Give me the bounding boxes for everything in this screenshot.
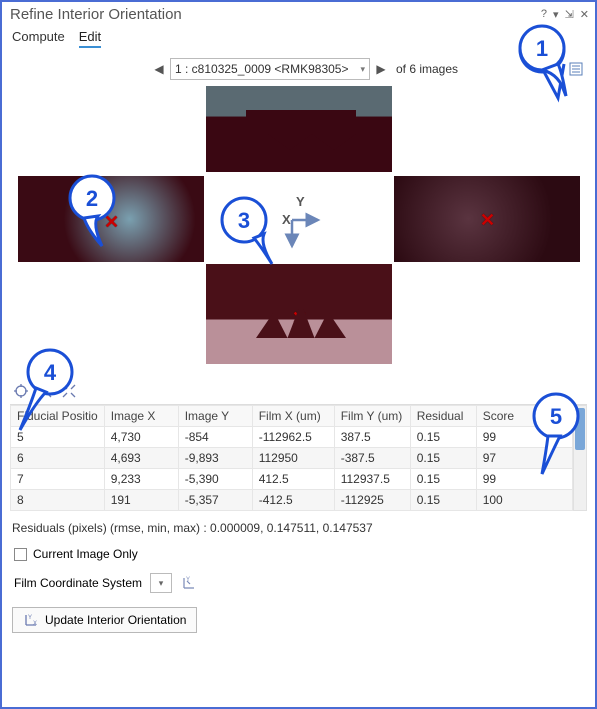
zoom-in-icon[interactable] xyxy=(36,382,54,400)
table-row[interactable]: 5 4,730 -854 -112962.5 387.5 0.15 99 xyxy=(11,427,573,448)
current-image-only-row: Current Image Only xyxy=(2,541,595,567)
chevron-down-icon: ▾ xyxy=(360,64,365,75)
fiducial-top[interactable]: ✕ xyxy=(206,86,392,172)
fiducial-mark-icon: ✕ xyxy=(292,308,307,329)
fiducial-mark-icon: ✕ xyxy=(480,210,495,231)
fiducial-left[interactable]: ✕ xyxy=(18,176,204,262)
fiducial-right[interactable]: ✕ xyxy=(394,176,580,262)
column-header[interactable]: Film X (um) xyxy=(252,406,334,427)
svg-text:X: X xyxy=(33,621,37,627)
image-nav: ◀ 1 : c810325_0009 <RMK98305> ▾ ▶ of 6 i… xyxy=(2,54,595,86)
update-button-label: Update Interior Orientation xyxy=(45,613,186,627)
menu-compute[interactable]: Compute xyxy=(12,29,65,48)
svg-text:Y: Y xyxy=(296,194,305,209)
next-image-button[interactable]: ▶ xyxy=(374,62,388,76)
scrollbar-thumb[interactable] xyxy=(575,408,585,450)
column-header[interactable]: Residual xyxy=(410,406,476,427)
column-header[interactable]: Image X xyxy=(104,406,178,427)
table-row[interactable]: 8 191 -5,357 -412.5 -112925 0.15 100 xyxy=(11,490,573,511)
table-header-row: Fiducial Positio Image X Image Y Film X … xyxy=(11,406,573,427)
update-icon: Y X xyxy=(23,612,39,628)
table-scrollbar[interactable] xyxy=(573,405,587,511)
filter-icon[interactable] xyxy=(543,60,561,78)
axes-icon: X Y xyxy=(262,190,322,253)
settings-icon[interactable] xyxy=(567,60,585,78)
window-controls: ? ▾ ⇲ ✕ xyxy=(541,8,589,21)
fiducial-table-wrap: Fiducial Positio Image X Image Y Film X … xyxy=(10,404,587,511)
table-row[interactable]: 7 9,233 -5,390 412.5 112937.5 0.15 99 xyxy=(11,469,573,490)
menu-edit[interactable]: Edit xyxy=(79,29,101,48)
film-coord-label: Film Coordinate System xyxy=(14,576,142,590)
current-image-only-label: Current Image Only xyxy=(33,547,138,561)
film-coord-apply-icon[interactable]: Y xyxy=(180,574,198,592)
fiducial-table: Fiducial Positio Image X Image Y Film X … xyxy=(10,405,573,511)
autohide-icon[interactable]: ⇲ xyxy=(565,8,574,21)
center-target-icon[interactable] xyxy=(12,382,30,400)
current-image-only-checkbox[interactable] xyxy=(14,548,27,561)
zoom-toolbar xyxy=(2,376,595,404)
fiducial-preview: ✕ ✕ X Y ✕ ✕ xyxy=(8,86,589,376)
zoom-out-icon[interactable] xyxy=(60,382,78,400)
film-coord-row: Film Coordinate System ▾ Y xyxy=(2,567,595,603)
update-interior-orientation-button[interactable]: Y X Update Interior Orientation xyxy=(12,607,197,633)
column-header[interactable]: Image Y xyxy=(178,406,252,427)
image-selector-label: 1 : c810325_0009 <RMK98305> xyxy=(175,62,348,76)
column-header[interactable]: Score xyxy=(476,406,572,427)
menubar: Compute Edit xyxy=(2,25,595,54)
svg-text:Y: Y xyxy=(28,615,32,621)
fiducial-mark-icon: ✕ xyxy=(292,116,307,137)
help-icon[interactable]: ? xyxy=(541,8,547,21)
column-header[interactable]: Fiducial Positio xyxy=(11,406,105,427)
close-icon[interactable]: ✕ xyxy=(580,8,589,21)
svg-text:Y: Y xyxy=(186,577,190,583)
window-title: Refine Interior Orientation xyxy=(10,6,541,23)
titlebar: Refine Interior Orientation ? ▾ ⇲ ✕ xyxy=(2,2,595,25)
column-header[interactable]: Film Y (um) xyxy=(334,406,410,427)
dropdown-icon[interactable]: ▾ xyxy=(553,8,559,21)
fiducial-mark-icon: ✕ xyxy=(104,212,119,233)
fiducial-center[interactable]: X Y xyxy=(206,176,392,262)
svg-text:X: X xyxy=(282,212,291,227)
film-coord-dropdown[interactable]: ▾ xyxy=(150,573,172,593)
residuals-summary: Residuals (pixels) (rmse, min, max) : 0.… xyxy=(2,511,595,541)
prev-image-button[interactable]: ◀ xyxy=(152,62,166,76)
fiducial-bottom[interactable]: ✕ xyxy=(206,264,392,364)
table-row[interactable]: 6 4,693 -9,893 112950 -387.5 0.15 97 xyxy=(11,448,573,469)
image-selector[interactable]: 1 : c810325_0009 <RMK98305> ▾ xyxy=(170,58,370,80)
image-count-label: of 6 images xyxy=(396,62,458,76)
